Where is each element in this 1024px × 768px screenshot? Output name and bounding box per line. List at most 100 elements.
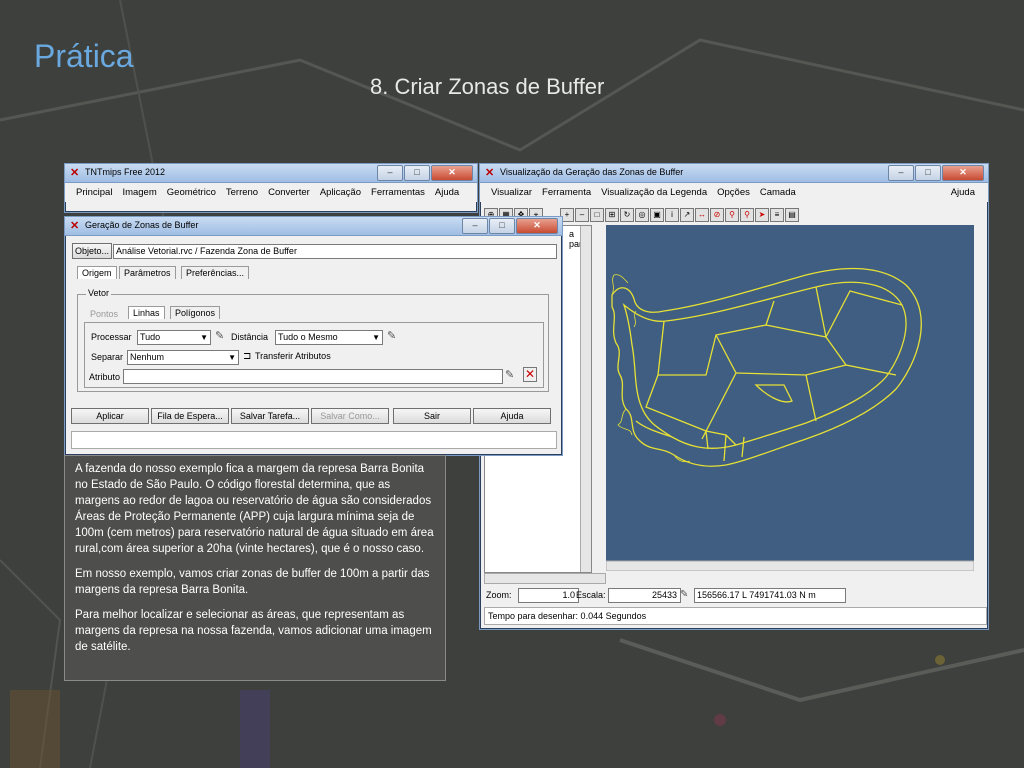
tntmips-title: TNTmips Free 2012	[85, 167, 166, 177]
buffer-dialog: ✕ Geração de Zonas de Buffer – □ ✕ Objet…	[64, 216, 563, 456]
legend-horizontal-scrollbar[interactable]	[484, 573, 606, 584]
save-as-button: Salvar Como...	[311, 408, 389, 424]
layers-icon[interactable]: ≡	[770, 208, 784, 222]
attribute-clear-icon[interactable]: ✕	[523, 367, 537, 382]
attribute-edit-icon[interactable]: ✎	[505, 368, 514, 381]
maximize-button[interactable]: □	[404, 165, 430, 181]
zoom-box-icon[interactable]: □	[590, 208, 604, 222]
menu-opcoes[interactable]: Opções	[712, 187, 755, 198]
menu-ferramenta[interactable]: Ferramenta	[537, 187, 596, 198]
minimize-button[interactable]: –	[377, 165, 403, 181]
status-bar: Zoom: 1.0 Escala: 25433 ✎ 156566.17 L 74…	[484, 587, 982, 603]
slide-title: Prática	[34, 38, 134, 74]
help-button[interactable]: Ajuda	[473, 408, 551, 424]
tntmips-titlebar[interactable]: ✕ TNTmips Free 2012 – □ ✕	[65, 164, 477, 183]
transfer-label: Transferir Atributos	[255, 351, 331, 361]
subtab-pontos: Pontos	[90, 309, 119, 319]
queue-button[interactable]: Fila de Espera...	[151, 408, 229, 424]
full-view-icon[interactable]: ⊞	[605, 208, 619, 222]
attribute-field[interactable]	[123, 369, 503, 384]
zoom-field[interactable]: 1.0	[518, 588, 579, 603]
close-button[interactable]: ✕	[516, 218, 558, 234]
description-box: A fazenda do nosso exemplo fica a margem…	[64, 455, 446, 681]
tab-origem[interactable]: Origem	[77, 266, 117, 279]
exit-button[interactable]: Sair	[393, 408, 471, 424]
visualization-menubar: Visualizar Ferramenta Visualização da Le…	[480, 183, 988, 202]
search-red-icon[interactable]: ⚲	[740, 208, 754, 222]
tab-preferencias[interactable]: Preferências...	[181, 266, 250, 279]
coordinates-field: 156566.17 L 7491741.03 N m	[694, 588, 846, 603]
draw-time-status: Tempo para desenhar: 0.044 Segundos	[484, 607, 987, 625]
zoom-label: Zoom:	[486, 590, 512, 600]
menu-converter[interactable]: Converter	[263, 187, 315, 198]
info-icon[interactable]: i	[665, 208, 679, 222]
menu-camada[interactable]: Camada	[755, 187, 801, 198]
buffer-dialog-title: Geração de Zonas de Buffer	[85, 220, 199, 230]
menu-visualizacao-legenda[interactable]: Visualização da Legenda	[596, 187, 712, 198]
scale-label: Escala:	[576, 590, 606, 600]
visualization-titlebar[interactable]: ✕ Visualização da Geração das Zonas de B…	[480, 164, 988, 183]
transfer-checkbox[interactable]: ⊐	[243, 351, 251, 362]
maximize-button[interactable]: □	[489, 218, 515, 234]
object-button[interactable]: Objeto...	[72, 243, 112, 259]
maximize-button[interactable]: □	[915, 165, 941, 181]
globe-icon[interactable]: ◎	[635, 208, 649, 222]
distance-label: Distância	[231, 332, 269, 342]
coordinates-icon: ✎	[680, 589, 689, 600]
distance-edit-icon[interactable]: ✎	[387, 329, 396, 342]
buffer-dialog-app-icon: ✕	[70, 220, 80, 232]
process-select[interactable]: Tudo	[137, 330, 211, 345]
close-button[interactable]: ✕	[431, 165, 473, 181]
close-button[interactable]: ✕	[942, 165, 984, 181]
dialog-button-row: Aplicar Fila de Espera... Salvar Tarefa.…	[71, 407, 555, 425]
minimize-button[interactable]: –	[888, 165, 914, 181]
legend-vertical-scrollbar[interactable]	[580, 226, 591, 572]
attribute-label: Atributo	[89, 372, 121, 382]
zoom-out-icon[interactable]: –	[575, 208, 589, 222]
subtab-linhas[interactable]: Linhas	[128, 306, 165, 319]
stop-icon[interactable]: ⊘	[710, 208, 724, 222]
camera-icon[interactable]: ▣	[650, 208, 664, 222]
minimize-button[interactable]: –	[462, 218, 488, 234]
apply-button[interactable]: Aplicar	[71, 408, 149, 424]
menu-ajuda[interactable]: Ajuda	[946, 187, 980, 198]
map-canvas[interactable]	[606, 225, 974, 571]
map-horizontal-scrollbar[interactable]	[606, 560, 974, 571]
tntmips-app-icon: ✕	[70, 167, 80, 179]
select-icon[interactable]: ↗	[680, 208, 694, 222]
description-paragraph-2: Em nosso exemplo, vamos criar zonas de b…	[75, 568, 430, 596]
menu-imagem[interactable]: Imagem	[117, 187, 161, 198]
menu-geometrico[interactable]: Geométrico	[162, 187, 221, 198]
menu-ferramentas[interactable]: Ferramentas	[366, 187, 430, 198]
visualization-app-icon: ✕	[485, 167, 495, 179]
object-path-field: Análise Vetorial.rvc / Fazenda Zona de B…	[113, 244, 557, 259]
menu-principal[interactable]: Principal	[71, 187, 117, 198]
pointer-icon[interactable]: ➤	[755, 208, 769, 222]
separate-label: Separar	[91, 352, 124, 362]
menu-terreno[interactable]: Terreno	[221, 187, 263, 198]
tntmips-menubar: Principal Imagem Geométrico Terreno Conv…	[65, 183, 477, 202]
arrows-icon[interactable]: ↔	[695, 208, 709, 222]
tntmips-window: ✕ TNTmips Free 2012 – □ ✕ Principal Imag…	[64, 163, 478, 213]
visualization-toolbar: + – □ ⊞ ↻ ◎ ▣ i ↗ ↔ ⊘ ⚲ ⚲ ➤ ≡ ▤	[560, 208, 800, 222]
menu-ajuda[interactable]: Ajuda	[430, 187, 464, 198]
legend-icon[interactable]: ▤	[785, 208, 799, 222]
vector-group-label: Vetor	[86, 288, 112, 298]
redraw-icon[interactable]: ↻	[620, 208, 634, 222]
slide-subtitle: 8. Criar Zonas de Buffer	[370, 74, 605, 99]
menu-aplicacao[interactable]: Aplicação	[315, 187, 366, 198]
menu-visualizar[interactable]: Visualizar	[486, 187, 537, 198]
process-label: Processar	[91, 332, 132, 342]
save-task-button[interactable]: Salvar Tarefa...	[231, 408, 309, 424]
scale-field[interactable]: 25433	[608, 588, 681, 603]
separate-select[interactable]: Nenhum	[127, 350, 239, 365]
description-paragraph-3: Para melhor localizar e selecionar as ár…	[75, 609, 432, 653]
subtab-poligonos[interactable]: Polígonos	[170, 306, 221, 319]
buffer-dialog-titlebar[interactable]: ✕ Geração de Zonas de Buffer – □ ✕	[65, 217, 562, 236]
tab-parametros[interactable]: Parâmetros	[119, 266, 176, 279]
dialog-status-bar	[71, 431, 557, 449]
description-paragraph-1: A fazenda do nosso exemplo fica a margem…	[75, 463, 434, 555]
process-edit-icon[interactable]: ✎	[215, 329, 224, 342]
search-icon[interactable]: ⚲	[725, 208, 739, 222]
distance-select[interactable]: Tudo o Mesmo	[275, 330, 383, 345]
